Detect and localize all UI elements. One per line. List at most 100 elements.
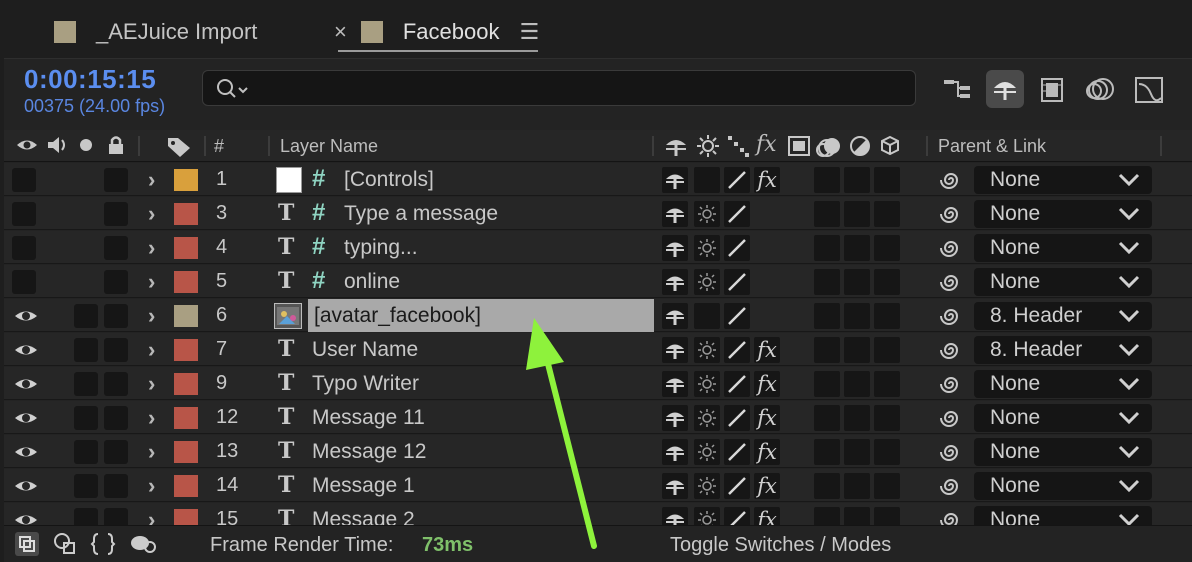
collapse-switch[interactable] (694, 405, 720, 431)
effects-switch[interactable]: fx (754, 405, 780, 431)
shy-switch[interactable] (662, 473, 688, 499)
layer-label-color[interactable] (174, 169, 198, 191)
panel-menu-icon[interactable]: ☰ (519, 19, 539, 45)
3d-switch[interactable] (874, 167, 900, 193)
layer-name[interactable]: User Name (312, 338, 418, 362)
3d-switch[interactable] (874, 235, 900, 261)
shy-switch[interactable] (662, 167, 688, 193)
quality-switch[interactable] (724, 473, 750, 499)
layer-row[interactable]: › 1 # [Controls] fx None (4, 163, 1192, 196)
parent-pick-whip-icon[interactable] (938, 439, 964, 465)
tab-aejuice-import[interactable]: _AEJuice Import (54, 12, 257, 52)
parent-dropdown[interactable]: None (974, 166, 1152, 194)
render-time-pane-icon[interactable] (128, 531, 158, 557)
effects-switch[interactable]: fx (754, 337, 780, 363)
lock-switch[interactable] (104, 372, 128, 396)
video-switch[interactable] (12, 270, 36, 294)
effects-switch[interactable] (754, 201, 780, 227)
layer-name[interactable]: Message 1 (312, 474, 415, 498)
solo-switch[interactable] (74, 372, 98, 396)
lock-switch[interactable] (104, 338, 128, 362)
layer-row[interactable]: › 15 T Message 2 fx None (4, 503, 1192, 525)
3d-switch[interactable] (874, 303, 900, 329)
layer-row[interactable]: › 7 T User Name fx 8. Header (4, 333, 1192, 366)
lock-switch[interactable] (104, 270, 128, 294)
motion-blur-switch[interactable] (814, 269, 840, 295)
3d-switch[interactable] (874, 337, 900, 363)
layer-name[interactable]: Message 2 (312, 508, 415, 525)
layer-name[interactable]: typing... (344, 236, 418, 260)
shy-switch[interactable] (662, 507, 688, 525)
parent-pick-whip-icon[interactable] (938, 201, 964, 227)
chevron-right-icon[interactable]: › (148, 167, 155, 193)
layer-row[interactable]: › 6 [avatar_facebook] 8. Header (4, 299, 1192, 332)
motion-blur-switch[interactable] (814, 473, 840, 499)
solo-switch[interactable] (74, 406, 98, 430)
parent-pick-whip-icon[interactable] (938, 507, 964, 525)
shy-switch[interactable] (662, 269, 688, 295)
adjustment-switch[interactable] (844, 167, 870, 193)
parent-dropdown[interactable]: None (974, 234, 1152, 262)
current-time-display[interactable]: 0:00:15:15 (24, 64, 156, 95)
effects-switch[interactable]: fx (754, 507, 780, 525)
layer-row[interactable]: › 5 T # online None (4, 265, 1192, 298)
adjustment-switch[interactable] (844, 371, 870, 397)
adjustment-switch[interactable] (844, 303, 870, 329)
lock-switch[interactable] (104, 168, 128, 192)
layer-row[interactable]: › 4 T # typing... None (4, 231, 1192, 264)
quality-switch[interactable] (724, 371, 750, 397)
effects-switch[interactable] (754, 303, 780, 329)
parent-dropdown[interactable]: None (974, 268, 1152, 296)
3d-switch[interactable] (874, 201, 900, 227)
layer-row[interactable]: › 3 T # Type a message None (4, 197, 1192, 230)
layer-search-input[interactable] (202, 70, 916, 106)
shy-switch[interactable] (662, 337, 688, 363)
eye-icon[interactable] (14, 441, 38, 463)
layer-label-color[interactable] (174, 509, 198, 525)
solo-icon[interactable] (78, 134, 94, 156)
frame-blending-icon[interactable] (1034, 70, 1072, 108)
video-switch[interactable] (12, 202, 36, 226)
video-switch[interactable] (12, 236, 36, 260)
motion-blur-switch[interactable] (814, 303, 840, 329)
chevron-right-icon[interactable]: › (148, 303, 155, 329)
layer-name[interactable]: [Controls] (344, 168, 434, 192)
parent-pick-whip-icon[interactable] (938, 235, 964, 261)
solo-switch[interactable] (74, 304, 98, 328)
layer-name[interactable]: [avatar_facebook] (314, 304, 481, 328)
layer-name[interactable]: Typo Writer (312, 372, 419, 396)
effects-switch[interactable]: fx (754, 473, 780, 499)
parent-pick-whip-icon[interactable] (938, 371, 964, 397)
layer-row[interactable]: › 14 T Message 1 fx None (4, 469, 1192, 502)
shy-switch[interactable] (662, 235, 688, 261)
lock-switch[interactable] (104, 406, 128, 430)
eye-icon[interactable] (14, 305, 38, 327)
parent-dropdown[interactable]: None (974, 506, 1152, 525)
parent-dropdown[interactable]: None (974, 438, 1152, 466)
quality-switch[interactable] (724, 303, 750, 329)
video-switch[interactable] (12, 168, 36, 192)
collapse-switch[interactable] (694, 507, 720, 525)
collapse-switch[interactable] (694, 337, 720, 363)
3d-switch[interactable] (874, 439, 900, 465)
layer-switches-pane-icon[interactable] (14, 531, 40, 557)
collapse-switch[interactable] (694, 371, 720, 397)
toggle-switches-modes-button[interactable]: Toggle Switches / Modes (670, 534, 891, 557)
layer-name[interactable]: Message 11 (312, 406, 425, 430)
adjustment-switch[interactable] (844, 201, 870, 227)
layer-label-color[interactable] (174, 271, 198, 293)
3d-switch[interactable] (874, 507, 900, 525)
shy-switch[interactable] (662, 201, 688, 227)
layer-row[interactable]: › 9 T Typo Writer fx None (4, 367, 1192, 400)
quality-switch[interactable] (724, 439, 750, 465)
parent-pick-whip-icon[interactable] (938, 303, 964, 329)
collapse-switch[interactable] (694, 473, 720, 499)
collapse-switch[interactable] (694, 269, 720, 295)
collapse-switch[interactable] (694, 201, 720, 227)
shy-switch[interactable] (662, 405, 688, 431)
chevron-right-icon[interactable]: › (148, 235, 155, 261)
solo-switch[interactable] (74, 508, 98, 525)
selected-layer-highlight[interactable]: [avatar_facebook] (308, 299, 654, 332)
shy-layers-toggle-icon[interactable] (986, 70, 1024, 108)
quality-switch[interactable] (724, 507, 750, 525)
